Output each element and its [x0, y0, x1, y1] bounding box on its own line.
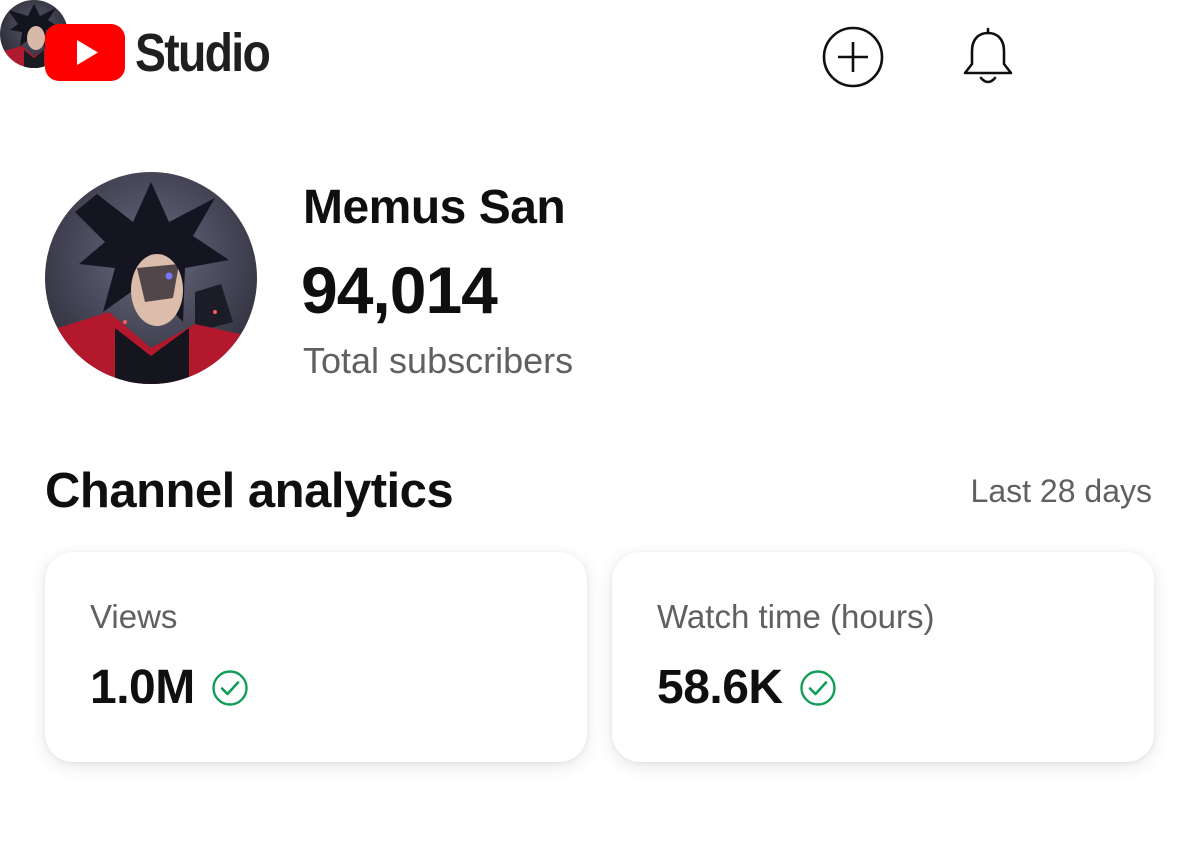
check-circle-icon: [212, 669, 248, 706]
logo-text: Studio: [135, 22, 271, 83]
studio-home: Studio Memus San 94,014 Total subscriber…: [0, 0, 1200, 845]
analytics-title: Channel analytics: [45, 464, 454, 518]
channel-name: Memus San: [303, 181, 566, 234]
subscriber-label: Total subscribers: [303, 340, 574, 381]
watch-time-label: Watch time (hours): [657, 598, 935, 635]
views-value: 1.0M: [90, 661, 195, 714]
views-value-row: 1.0M: [90, 660, 249, 715]
top-app-bar: Studio: [0, 0, 1200, 110]
watch-time-card[interactable]: Watch time (hours) 58.6K: [612, 552, 1154, 762]
views-label: Views: [90, 598, 178, 635]
channel-avatar-image: [45, 172, 257, 384]
create-plus-icon: [822, 26, 884, 88]
subscriber-count: 94,014: [301, 253, 498, 327]
watch-time-value: 58.6K: [657, 661, 783, 714]
youtube-play-logo-icon: [45, 24, 125, 81]
channel-avatar[interactable]: [45, 172, 257, 384]
check-circle-icon: [799, 669, 836, 706]
watch-time-value-row: 58.6K: [657, 660, 837, 715]
studio-logo[interactable]: Studio: [45, 24, 291, 81]
notifications-button[interactable]: [955, 24, 1021, 90]
create-button[interactable]: [820, 24, 886, 90]
bell-icon: [963, 27, 1013, 84]
date-range-label: Last 28 days: [970, 473, 1152, 509]
views-card[interactable]: Views 1.0M: [45, 552, 587, 762]
